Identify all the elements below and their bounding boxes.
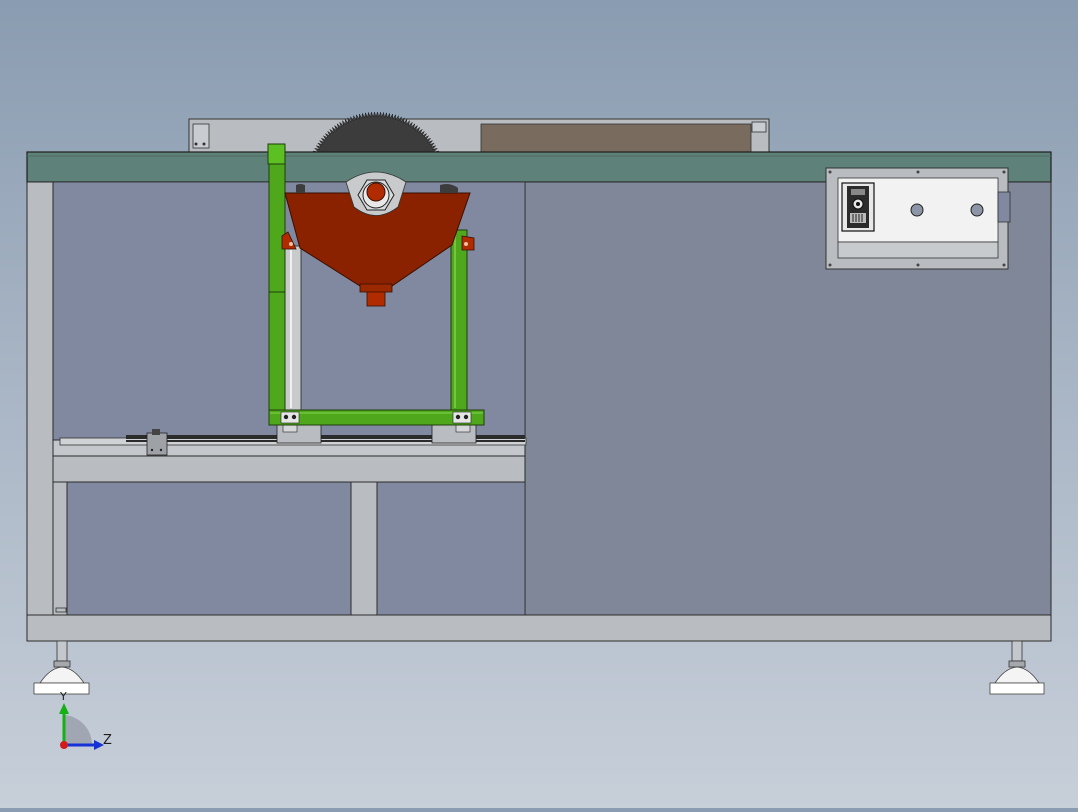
- axis-z-label: Z: [103, 733, 112, 748]
- axis-triad-icon[interactable]: Y Z: [59, 690, 112, 750]
- mount-hole: [970, 203, 984, 217]
- guide-rod: [284, 245, 302, 413]
- blade-icon: [312, 111, 440, 153]
- axis-y-label: Y: [59, 690, 67, 703]
- mount-hole: [910, 203, 924, 217]
- leveling-foot-icon: [989, 640, 1045, 695]
- cad-viewport[interactable]: Y Z: [0, 0, 1078, 808]
- fence-pad: [480, 123, 752, 153]
- leveling-foot-icon: [33, 640, 90, 695]
- saw-table-drawing: Y Z: [26, 111, 1052, 750]
- switch-icon[interactable]: [841, 182, 875, 232]
- rail-stop-block: [146, 432, 168, 456]
